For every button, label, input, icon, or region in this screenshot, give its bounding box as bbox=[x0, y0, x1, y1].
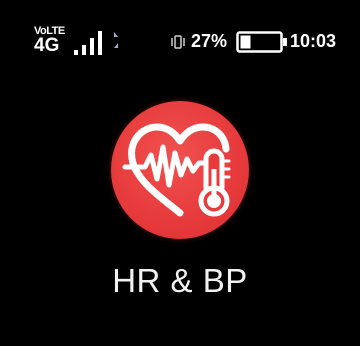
network-indicator: VoLTE 4G bbox=[34, 26, 65, 56]
battery-icon bbox=[236, 31, 287, 53]
network-type-label: 4G bbox=[34, 35, 60, 56]
app-label[interactable]: HR & BP bbox=[0, 262, 360, 300]
heart-rate-thermometer-icon bbox=[122, 123, 231, 217]
battery-fill bbox=[240, 35, 251, 49]
watch-screen: VoLTE 4G 27% 10:03 HR & BP bbox=[0, 0, 360, 346]
hr-bp-app-button[interactable] bbox=[111, 101, 249, 239]
battery-percentage: 27% bbox=[191, 31, 228, 51]
clock: 10:03 bbox=[290, 31, 337, 51]
signal-bars-icon bbox=[74, 31, 118, 55]
vibrate-mode-icon bbox=[171, 35, 185, 49]
status-bar: VoLTE 4G 27% 10:03 bbox=[0, 0, 360, 70]
